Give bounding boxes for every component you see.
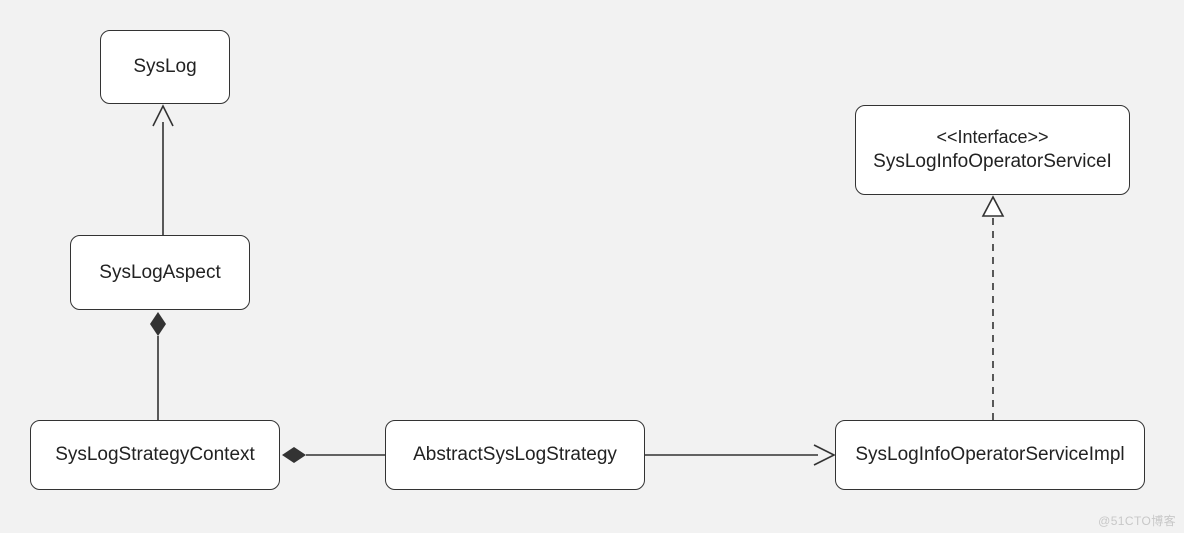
stereotype-label: <<Interface>>	[936, 125, 1048, 149]
class-syslog: SysLog	[100, 30, 230, 104]
class-label: SysLog	[133, 54, 196, 80]
class-syslogaspect: SysLogAspect	[70, 235, 250, 310]
class-label: SysLogAspect	[99, 260, 220, 286]
edge-abstract-to-context-composition	[282, 447, 385, 463]
edge-aspect-to-syslog	[153, 106, 173, 235]
class-label: SysLogInfoOperatorServiceI	[873, 149, 1112, 175]
class-label: AbstractSysLogStrategy	[413, 442, 617, 468]
edge-impl-realizes-interface	[983, 197, 1003, 420]
interface-sysloginfooperatorservicei: <<Interface>> SysLogInfoOperatorServiceI	[855, 105, 1130, 195]
class-sysloginfooperatorserviceimpl: SysLogInfoOperatorServiceImpl	[835, 420, 1145, 490]
edge-context-to-aspect-composition	[150, 312, 166, 420]
class-label: SysLogInfoOperatorServiceImpl	[855, 442, 1124, 468]
class-abstractsyslogstrategy: AbstractSysLogStrategy	[385, 420, 645, 490]
class-syslogstrategycontext: SysLogStrategyContext	[30, 420, 280, 490]
class-label: SysLogStrategyContext	[55, 442, 255, 468]
watermark-text: @51CTO博客	[1098, 512, 1176, 529]
edge-abstract-to-impl	[645, 445, 834, 465]
